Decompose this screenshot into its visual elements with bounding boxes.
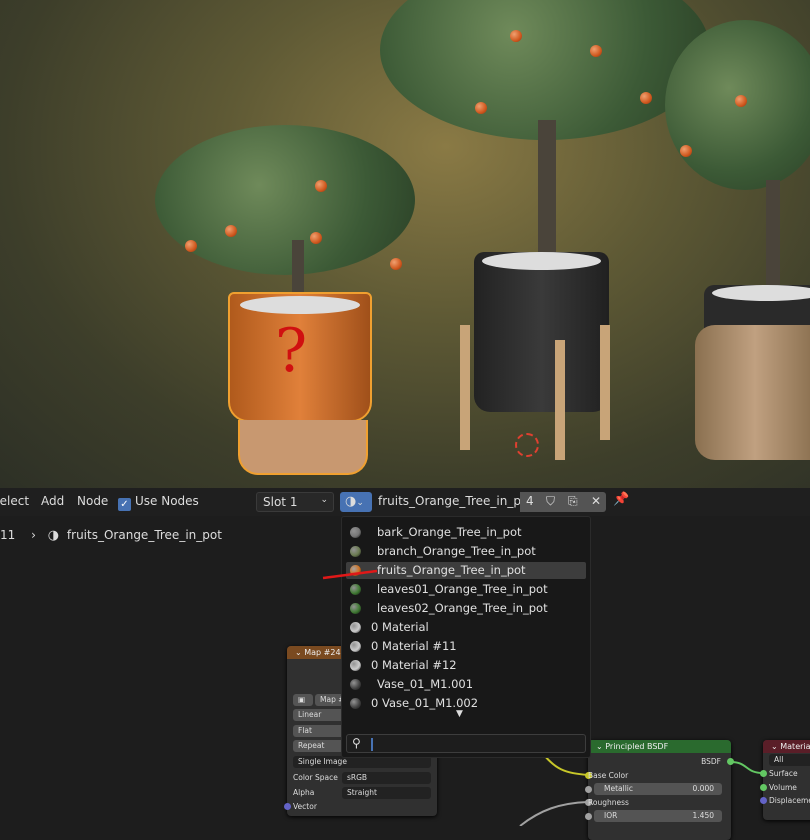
material-search-input[interactable]: ⚲ <box>346 734 586 753</box>
material-item-label: 0 Material #11 <box>371 639 457 653</box>
material-preview-icon <box>350 527 361 538</box>
material-menu-item[interactable]: leaves02_Orange_Tree_in_pot <box>346 600 586 617</box>
material-menu-item[interactable]: bark_Orange_Tree_in_pot <box>346 524 586 541</box>
material-item-label: fruits_Orange_Tree_in_pot <box>377 563 526 577</box>
material-menu-item[interactable]: Vase_01_M1.001 <box>346 676 586 693</box>
text-cursor <box>371 738 373 751</box>
material-browse-menu: bark_Orange_Tree_in_pot branch_Orange_Tre… <box>341 516 591 758</box>
material-item-label: Vase_01_M1.001 <box>377 677 474 691</box>
material-preview-icon <box>350 584 361 595</box>
material-item-label: leaves01_Orange_Tree_in_pot <box>377 582 548 596</box>
material-item-label: bark_Orange_Tree_in_pot <box>377 525 522 539</box>
material-menu-item[interactable]: 0 Material #12 <box>346 657 586 674</box>
material-item-label: branch_Orange_Tree_in_pot <box>377 544 536 558</box>
red-underline-annotation <box>322 569 378 580</box>
link-roughness <box>519 801 589 826</box>
link-surface <box>730 761 764 774</box>
material-preview-icon <box>350 546 361 557</box>
material-preview-icon <box>350 603 361 614</box>
material-menu-item[interactable]: branch_Orange_Tree_in_pot <box>346 543 586 560</box>
material-item-label: leaves02_Orange_Tree_in_pot <box>377 601 548 615</box>
material-item-label: 0 Material <box>371 620 429 634</box>
material-preview-icon <box>350 641 361 652</box>
scroll-down-arrow-icon[interactable]: ▼ <box>456 709 463 719</box>
material-menu-item[interactable]: 0 Vase_01_M1.002 <box>346 695 586 712</box>
material-preview-icon <box>350 698 361 709</box>
search-icon: ⚲ <box>352 736 361 750</box>
material-preview-icon <box>350 622 361 633</box>
material-preview-icon <box>350 660 361 671</box>
material-menu-item[interactable]: fruits_Orange_Tree_in_pot <box>346 562 586 579</box>
material-menu-item[interactable]: 0 Material <box>346 619 586 636</box>
material-menu-item[interactable]: leaves01_Orange_Tree_in_pot <box>346 581 586 598</box>
material-item-label: 0 Material #12 <box>371 658 457 672</box>
material-menu-item[interactable]: 0 Material #11 <box>346 638 586 655</box>
material-preview-icon <box>350 679 361 690</box>
